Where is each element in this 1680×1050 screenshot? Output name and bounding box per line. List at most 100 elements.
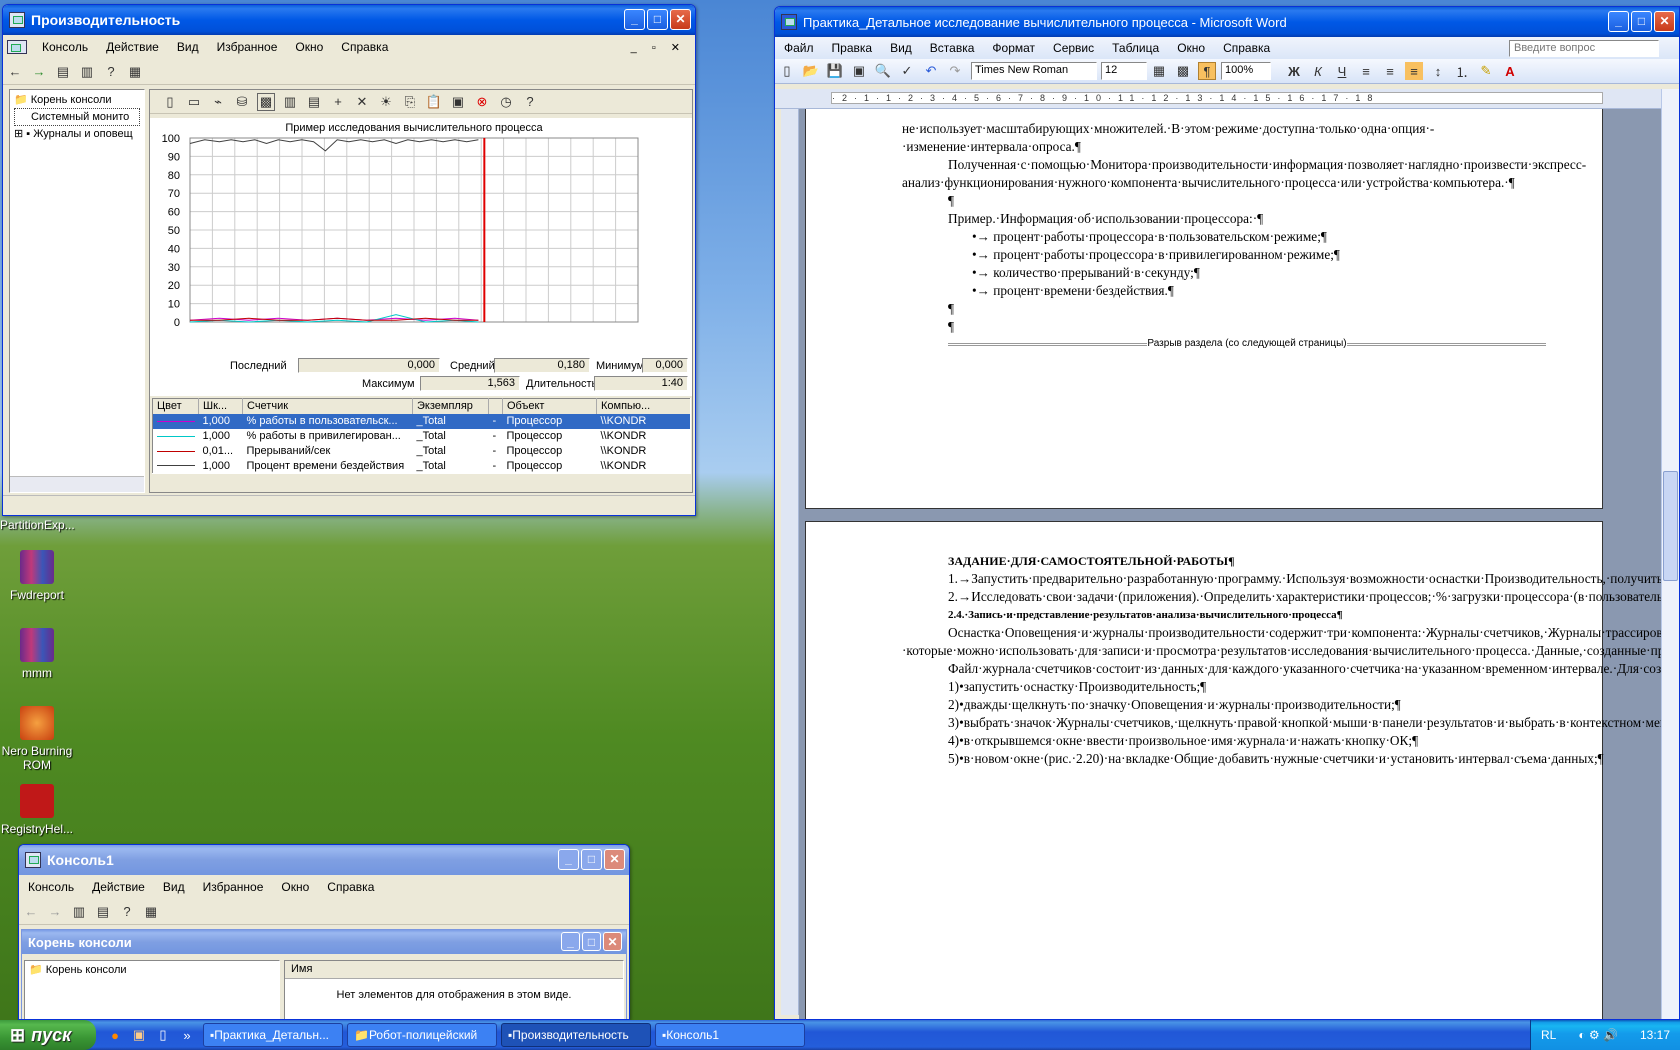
mdi-window-controls[interactable]: _ ▫ ✕ (622, 41, 695, 54)
menu-action[interactable]: Действие (97, 40, 168, 54)
menu-favorites[interactable]: Избранное (194, 880, 273, 894)
minimize-button[interactable]: _ (558, 849, 579, 870)
new-doc-icon[interactable]: ▯ (778, 62, 796, 80)
tree-item-system-monitor[interactable]: Системный монито (14, 108, 140, 126)
redo-icon[interactable]: ↷ (946, 62, 964, 80)
col-scale[interactable]: Шк... (198, 398, 243, 414)
horizontal-ruler[interactable]: ·2·1·1·2·3·4·5·6·7·8·9·10·11·12·13·14·15… (775, 89, 1661, 109)
close-button[interactable]: ✕ (1654, 11, 1675, 32)
tray-icons[interactable]: ◐ ⚙ 🔊 (1578, 1028, 1618, 1042)
col-name[interactable]: Имя (285, 961, 623, 979)
scroll-thumb[interactable] (1663, 471, 1678, 581)
action-pane-icon[interactable]: ▦ (142, 903, 160, 921)
start-button[interactable]: ⊞ пуск (0, 1020, 96, 1050)
col-parent[interactable] (488, 398, 503, 414)
menu-help[interactable]: Справка (318, 880, 383, 894)
view-current-activity-icon[interactable]: ⌁ (209, 93, 227, 111)
maximize-button[interactable]: □ (582, 932, 601, 951)
up-folder-icon[interactable]: ▤ (54, 63, 72, 81)
new-counter-set-icon[interactable]: ▯ (161, 93, 179, 111)
maximize-button[interactable]: □ (647, 9, 668, 30)
subwindow-title-bar[interactable]: Корень консоли _ □ ✕ (22, 930, 626, 954)
counter-row[interactable]: 1,000 % работы в привилегирован... _Total -… (153, 429, 691, 444)
menu-format[interactable]: Формат (983, 41, 1044, 55)
menu-window[interactable]: Окно (272, 880, 318, 894)
col-computer[interactable]: Компью... (597, 399, 691, 414)
menu-favorites[interactable]: Избранное (208, 40, 287, 54)
menu-console[interactable]: Консоль (19, 880, 83, 894)
open-icon[interactable]: 📂 (802, 62, 820, 80)
close-button[interactable]: ✕ (604, 849, 625, 870)
font-size-select[interactable]: 12 (1101, 62, 1147, 80)
align-center-icon[interactable]: ≡ (1381, 62, 1399, 80)
menu-view[interactable]: Вид (881, 41, 921, 55)
desktop-icon-fwdreport[interactable]: Fwdreport (0, 550, 77, 602)
vertical-scrollbar[interactable] (1661, 89, 1679, 1019)
counter-row[interactable]: 0,01... Прерываний/сек _Total - Процессор \\K… (153, 444, 691, 459)
horizontal-scrollbar[interactable] (10, 476, 144, 492)
action-pane-icon[interactable]: ▦ (126, 63, 144, 81)
help-icon[interactable]: ? (118, 903, 136, 921)
menu-file[interactable]: Файл (775, 41, 823, 55)
minimize-button[interactable]: _ (1608, 11, 1629, 32)
more-chevron-icon[interactable]: » (178, 1026, 196, 1044)
back-icon[interactable]: ← (6, 63, 24, 81)
desktop-label-partition[interactable]: PartitionExp... (0, 518, 90, 532)
permission-icon[interactable]: ▣ (850, 62, 868, 80)
menu-edit[interactable]: Правка (823, 41, 882, 55)
save-icon[interactable]: 💾 (826, 62, 844, 80)
menu-tools[interactable]: Сервис (1044, 41, 1103, 55)
update-data-icon[interactable]: ◷ (497, 93, 515, 111)
export-list-icon[interactable]: ▤ (94, 903, 112, 921)
freeze-display-icon[interactable]: ⊗ (473, 93, 491, 111)
back-icon[interactable]: ← (22, 903, 40, 921)
tree-item-logs[interactable]: ⊞ ▪ Журналы и оповещ (14, 126, 140, 142)
view-log-data-icon[interactable]: ⛁ (233, 93, 251, 111)
task-word[interactable]: ▪ Практика_Детальн... (203, 1023, 343, 1047)
title-bar[interactable]: Производительность _ □ ✕ (3, 5, 695, 35)
forward-icon[interactable]: → (46, 903, 64, 921)
paste-counter-list-icon[interactable]: 📋 (425, 93, 443, 111)
clear-display-icon[interactable]: ▭ (185, 93, 203, 111)
delete-counter-icon[interactable]: ✕ (353, 93, 371, 111)
clock[interactable]: 13:17 (1640, 1028, 1670, 1042)
desktop-icon-nero[interactable]: Nero Burning ROM (0, 706, 77, 772)
notepad-icon[interactable]: ▯ (154, 1026, 172, 1044)
task-robot[interactable]: 📁 Робот-полицейский (347, 1023, 497, 1047)
help-icon[interactable]: ? (521, 93, 539, 111)
spelling-icon[interactable]: ✓ (898, 62, 916, 80)
desktop-icon-mmm[interactable]: mmm (0, 628, 77, 680)
language-indicator[interactable]: RL (1541, 1028, 1556, 1042)
view-graph-icon[interactable]: ▩ (257, 92, 275, 111)
add-counter-icon[interactable]: + (329, 93, 347, 111)
table-icon[interactable]: ▦ (1150, 62, 1168, 80)
print-preview-icon[interactable]: 🔍 (874, 62, 892, 80)
maximize-button[interactable]: □ (1631, 11, 1652, 32)
zoom-select[interactable]: 100% (1221, 62, 1271, 80)
view-histogram-icon[interactable]: ▥ (281, 93, 299, 111)
justify-icon[interactable]: ≡ (1405, 62, 1423, 80)
title-bar[interactable]: Консоль1 _ □ ✕ (19, 845, 629, 875)
menu-window[interactable]: Окно (1168, 41, 1214, 55)
align-left-icon[interactable]: ≡ (1357, 62, 1375, 80)
excel-icon[interactable]: ▩ (1174, 62, 1192, 80)
numbering-icon[interactable]: ⒈ (1453, 62, 1471, 80)
line-spacing-icon[interactable]: ↕ (1429, 62, 1447, 80)
underline-icon[interactable]: Ч (1333, 62, 1351, 80)
menu-help[interactable]: Справка (1214, 41, 1279, 55)
counter-row[interactable]: 1,000 % работы в пользовательск... _Total -… (152, 413, 691, 429)
tree-item-root[interactable]: 📁 Корень консоли (29, 964, 127, 976)
menu-view[interactable]: Вид (168, 40, 208, 54)
menu-window[interactable]: Окно (286, 40, 332, 54)
undo-icon[interactable]: ↶ (922, 62, 940, 80)
font-name-select[interactable]: Times New Roman (971, 62, 1097, 80)
highlight-icon[interactable]: ✎ (1477, 62, 1495, 80)
title-bar[interactable]: Практика_Детальное исследование вычислит… (775, 7, 1679, 37)
col-counter[interactable]: Счетчик (242, 398, 413, 414)
col-object[interactable]: Объект (502, 398, 597, 414)
task-console1[interactable]: ▪ Консоль1 (655, 1023, 805, 1047)
copy-properties-icon[interactable]: ⎘ (401, 93, 419, 111)
vertical-ruler[interactable] (781, 109, 799, 1015)
task-performance[interactable]: ▪ Производительность (501, 1023, 651, 1047)
menu-insert[interactable]: Вставка (921, 41, 984, 55)
